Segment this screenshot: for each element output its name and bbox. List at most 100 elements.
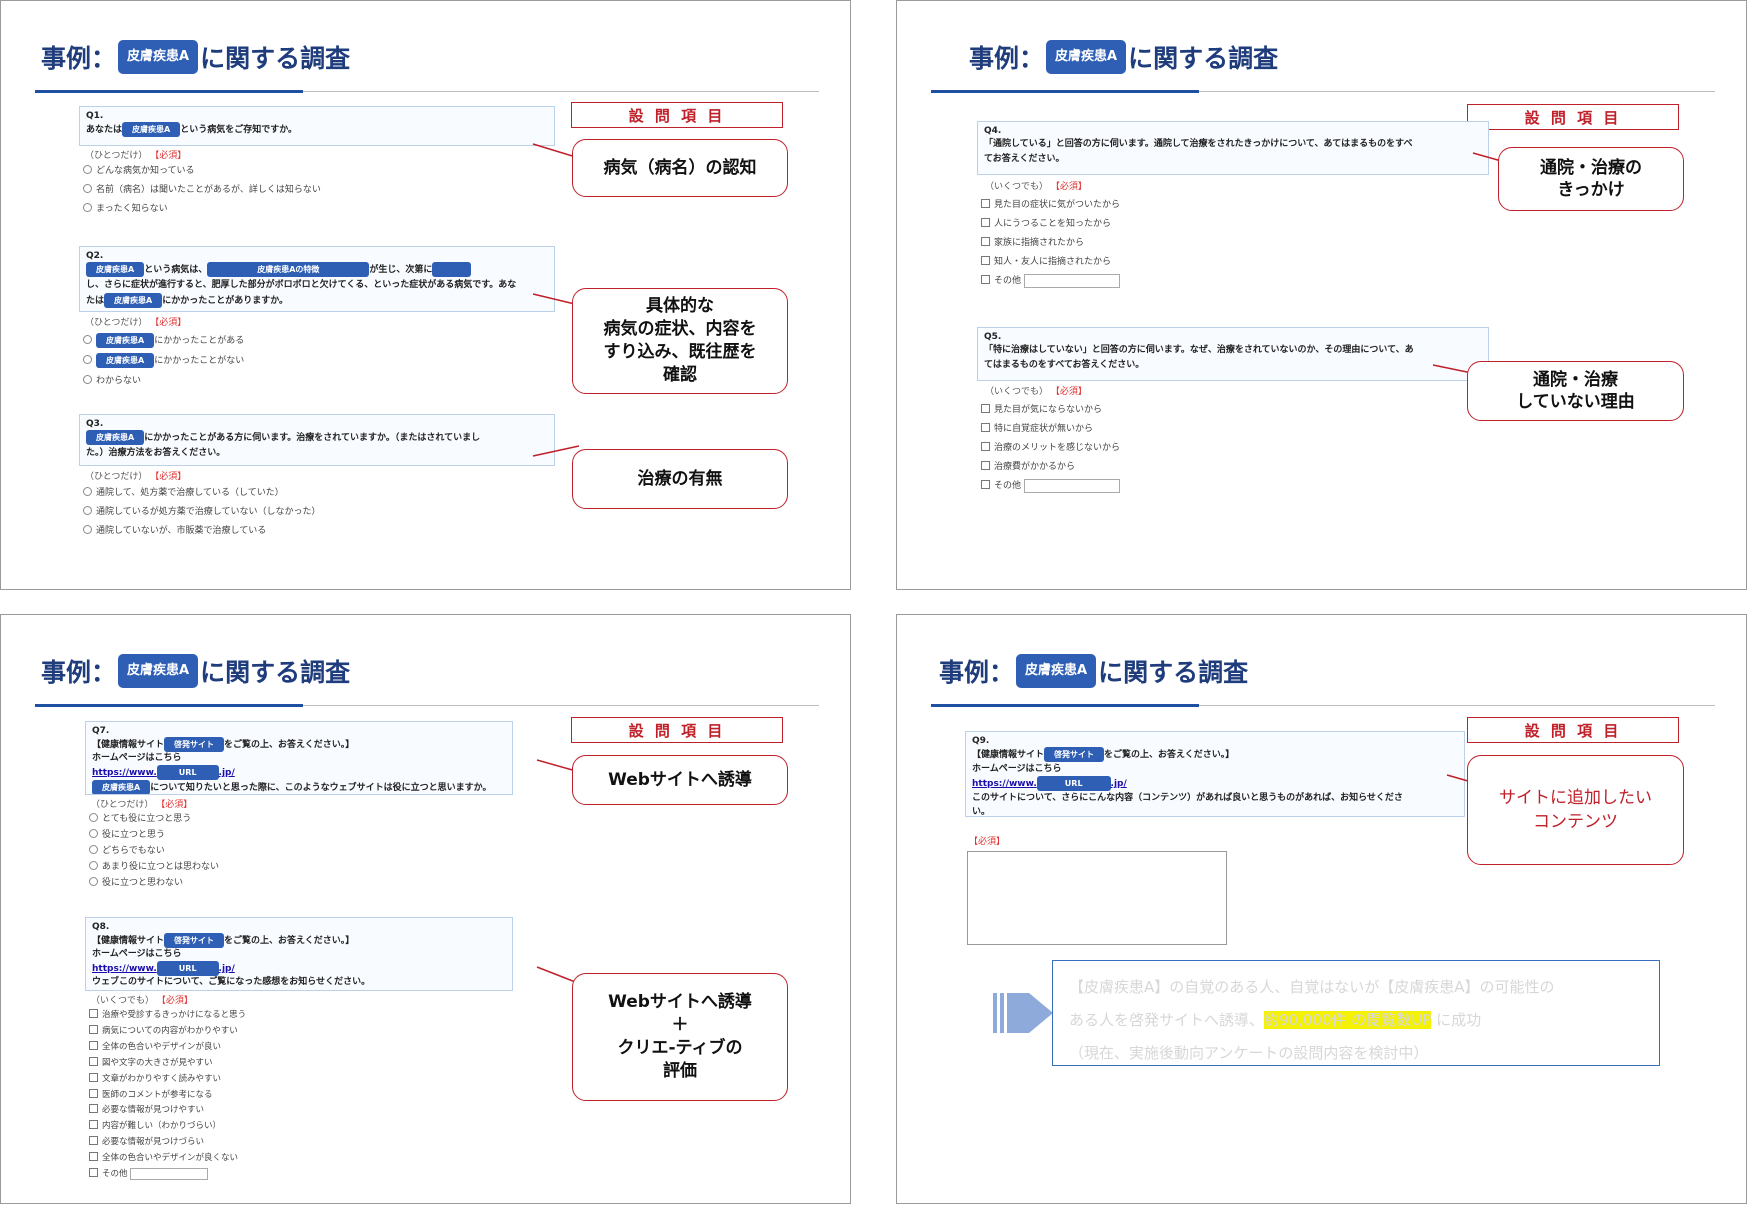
checkbox-option[interactable]: 見た目が気にならないから [981, 401, 1120, 420]
q2-options: 皮膚疾患A にかかったことがある 皮膚疾患A にかかったことがない わからない [83, 331, 244, 391]
checkbox-option[interactable]: 特に自覚症状が無いから [981, 420, 1120, 439]
checkbox-option[interactable]: 家族に指摘されたから [981, 234, 1120, 253]
section-label: 設 問 項 目 [1467, 717, 1679, 743]
slide-q4-q5: 事例： 皮膚疾患A に関する調査 設 問 項 目 Q4. 「通院している」と回答の方… [896, 0, 1747, 590]
answer-hint: 【必須】 [969, 837, 1006, 847]
q5-options: 見た目が気にならないから 特に自覚症状が無いから 治療のメリットを感じないから … [981, 401, 1120, 496]
checkbox-option[interactable]: 治療費がかかるから [981, 458, 1120, 477]
radio-option[interactable]: 役に立つと思う [89, 827, 219, 843]
other-text-field[interactable] [130, 1167, 209, 1180]
feature-pill: 皮膚疾患Aの特徴 [207, 262, 370, 277]
checkbox-option[interactable]: 文章がわかりやすく読みやすい [89, 1072, 246, 1088]
checkbox-option[interactable]: 人にうつることを知ったから [981, 215, 1120, 234]
answer-hint: （いくつでも） 【必須】 [985, 182, 1087, 192]
result-summary: 【皮膚疾患A】の自覚のある人、自覚はないが【皮膚疾患A】の可能性の ある人を啓発… [1052, 960, 1660, 1066]
checkbox-option[interactable]: 治療のメリットを感じないから [981, 439, 1120, 458]
radio-option[interactable]: 通院していないが、市販薬で治療している [83, 522, 320, 541]
answer-hint: （ひとつだけ） 【必須】 [85, 472, 187, 482]
question-q5: Q5. 「特に治療はしていない」と回答の方に伺います。なぜ、治療をされていないの… [977, 327, 1489, 381]
radio-option[interactable]: あまり役に立つとは思わない [89, 859, 219, 875]
checkbox-option[interactable]: その他 [981, 477, 1120, 496]
checkbox-option[interactable]: 医師のコメントが参考になる [89, 1088, 246, 1104]
question-q8: Q8. 【健康情報サイト 啓発サイト をご覧の上、お答えください。】 ホームページは… [85, 917, 513, 991]
callout-q3: 治療の有無 [572, 449, 788, 509]
disease-pill: 皮膚疾患A [122, 122, 181, 137]
radio-option[interactable]: 名前（病名）は聞いたことがあるが、詳しくは知らない [83, 181, 321, 200]
site-pill: 啓発サイト [164, 737, 225, 752]
site-pill: 啓発サイト [1044, 747, 1105, 762]
radio-option[interactable]: 皮膚疾患A にかかったことがない [83, 351, 244, 371]
title-disease-tag: 皮膚疾患A [118, 40, 199, 74]
result-arrow-icon [993, 993, 1053, 1033]
q1-options: どんな病気か知っている 名前（病名）は聞いたことがあるが、詳しくは知らない まっ… [83, 162, 321, 219]
radio-option[interactable]: わからない [83, 371, 244, 391]
radio-option[interactable]: まったく知らない [83, 200, 321, 219]
title-disease-tag: 皮膚疾患A [118, 654, 199, 688]
url-pill: URL [156, 961, 219, 976]
checkbox-option[interactable]: 必要な情報が見つけやすい [89, 1103, 246, 1119]
divider-accent [35, 90, 303, 93]
question-q4: Q4. 「通院している」と回答の方に伺います。通院して治療をされたきっかけについ… [977, 121, 1489, 175]
question-q7: Q7. 【健康情報サイト 啓発サイト をご覧の上、お答えください。】 ホームページは… [85, 721, 513, 795]
answer-hint: （ひとつだけ） 【必須】 [85, 318, 187, 328]
site-pill: 啓発サイト [164, 933, 225, 948]
section-label: 設 問 項 目 [571, 102, 783, 128]
checkbox-option[interactable]: その他 [981, 272, 1120, 291]
callout-q9: サイトに追加したい コンテンツ [1467, 755, 1684, 865]
q8-options: 治療や受診するきっかけになると思う 病気についての内容がわかりやすい 全体の色合… [89, 1008, 246, 1183]
divider-accent [931, 704, 1199, 707]
url-pill: URL [156, 765, 219, 780]
callout-q4: 通院・治療の きっかけ [1498, 147, 1684, 211]
answer-hint: （いくつでも） 【必須】 [91, 996, 193, 1006]
question-q2: Q2. 皮膚疾患A という病気は、 皮膚疾患Aの特徴 が生じ、次第に し、さらに症状が… [79, 246, 555, 312]
url-pill: URL [1036, 776, 1111, 791]
checkbox-option[interactable]: 病気についての内容がわかりやすい [89, 1024, 246, 1040]
q3-options: 通院して、処方薬で治療している（していた） 通院しているが処方薬で治療していない… [83, 484, 320, 541]
slide-title: 事例： 皮膚疾患A に関する調査 [969, 37, 1278, 77]
radio-option[interactable]: とても役に立つと思う [89, 811, 219, 827]
other-text-field[interactable] [1023, 478, 1120, 493]
radio-option[interactable]: 通院しているが処方薬で治療していない（しなかった） [83, 503, 320, 522]
highlight-result: 約90,000件 の閲覧数UP [1264, 1011, 1432, 1029]
title-disease-tag: 皮膚疾患A [1016, 654, 1097, 688]
checkbox-option[interactable]: 図や文字の大きさが見やすい [89, 1056, 246, 1072]
callout-q1: 病気（病名）の認知 [572, 139, 788, 197]
divider-accent [35, 704, 303, 707]
radio-option[interactable]: 皮膚疾患A にかかったことがある [83, 331, 244, 351]
checkbox-option[interactable]: 必要な情報が見つけづらい [89, 1135, 246, 1151]
other-text-field[interactable] [1023, 273, 1120, 288]
radio-option[interactable]: どんな病気か知っている [83, 162, 321, 181]
answer-hint: （いくつでも） 【必須】 [985, 387, 1087, 397]
checkbox-option[interactable]: その他 [89, 1167, 246, 1183]
slide-q9: 事例： 皮膚疾患A に関する調査 設 問 項 目 Q9. 【健康情報サイト 啓発サイト… [896, 614, 1747, 1204]
slide-title: 事例： 皮膚疾患A に関する調査 [41, 651, 350, 691]
section-label: 設 問 項 目 [571, 717, 783, 743]
question-q1: Q1. あなたは 皮膚疾患A という病気をご存知ですか。 [79, 106, 555, 146]
checkbox-option[interactable]: 全体の色合いやデザインが良くない [89, 1151, 246, 1167]
slide-q7-q8: 事例： 皮膚疾患A に関する調査 設 問 項 目 Q7. 【健康情報サイト 啓発サイト… [0, 614, 851, 1204]
checkbox-option[interactable]: 知人・友人に指摘されたから [981, 253, 1120, 272]
callout-q8: Webサイトへ誘導 ＋ クリエ-ティブの 評価 [572, 973, 788, 1101]
radio-option[interactable]: 通院して、処方薬で治療している（していた） [83, 484, 320, 503]
slide-title: 事例： 皮膚疾患A に関する調査 [41, 37, 350, 77]
radio-option[interactable]: 役に立つと思わない [89, 875, 219, 891]
title-disease-tag: 皮膚疾患A [1046, 40, 1127, 74]
free-text-area[interactable] [967, 851, 1227, 945]
checkbox-option[interactable]: 治療や受診するきっかけになると思う [89, 1008, 246, 1024]
answer-hint: （ひとつだけ） 【必須】 [91, 800, 193, 810]
checkbox-option[interactable]: 全体の色合いやデザインが良い [89, 1040, 246, 1056]
section-label: 設 問 項 目 [1467, 104, 1679, 130]
q7-options: とても役に立つと思う 役に立つと思う どちらでもない あまり役に立つとは思わない… [89, 811, 219, 891]
checkbox-option[interactable]: 内容が難しい（わかりづらい） [89, 1119, 246, 1135]
question-q9: Q9. 【健康情報サイト 啓発サイト をご覧の上、お答えください。】 ホームページは… [965, 731, 1465, 817]
callout-q7: Webサイトへ誘導 [572, 755, 788, 805]
q4-options: 見た目の症状に気がついたから 人にうつることを知ったから 家族に指摘されたから … [981, 196, 1120, 291]
divider-accent [931, 90, 1199, 93]
callout-q5: 通院・治療 していない理由 [1467, 361, 1684, 421]
checkbox-option[interactable]: 見た目の症状に気がついたから [981, 196, 1120, 215]
answer-hint: （ひとつだけ） 【必須】 [85, 151, 187, 161]
question-q3: Q3. 皮膚疾患A にかかったことがある方に伺います。治療をされていますか。（また… [79, 414, 555, 466]
radio-option[interactable]: どちらでもない [89, 843, 219, 859]
callout-q2: 具体的な 病気の症状、内容を すり込み、既往歴を 確認 [572, 288, 788, 394]
slide-title: 事例： 皮膚疾患A に関する調査 [939, 651, 1248, 691]
